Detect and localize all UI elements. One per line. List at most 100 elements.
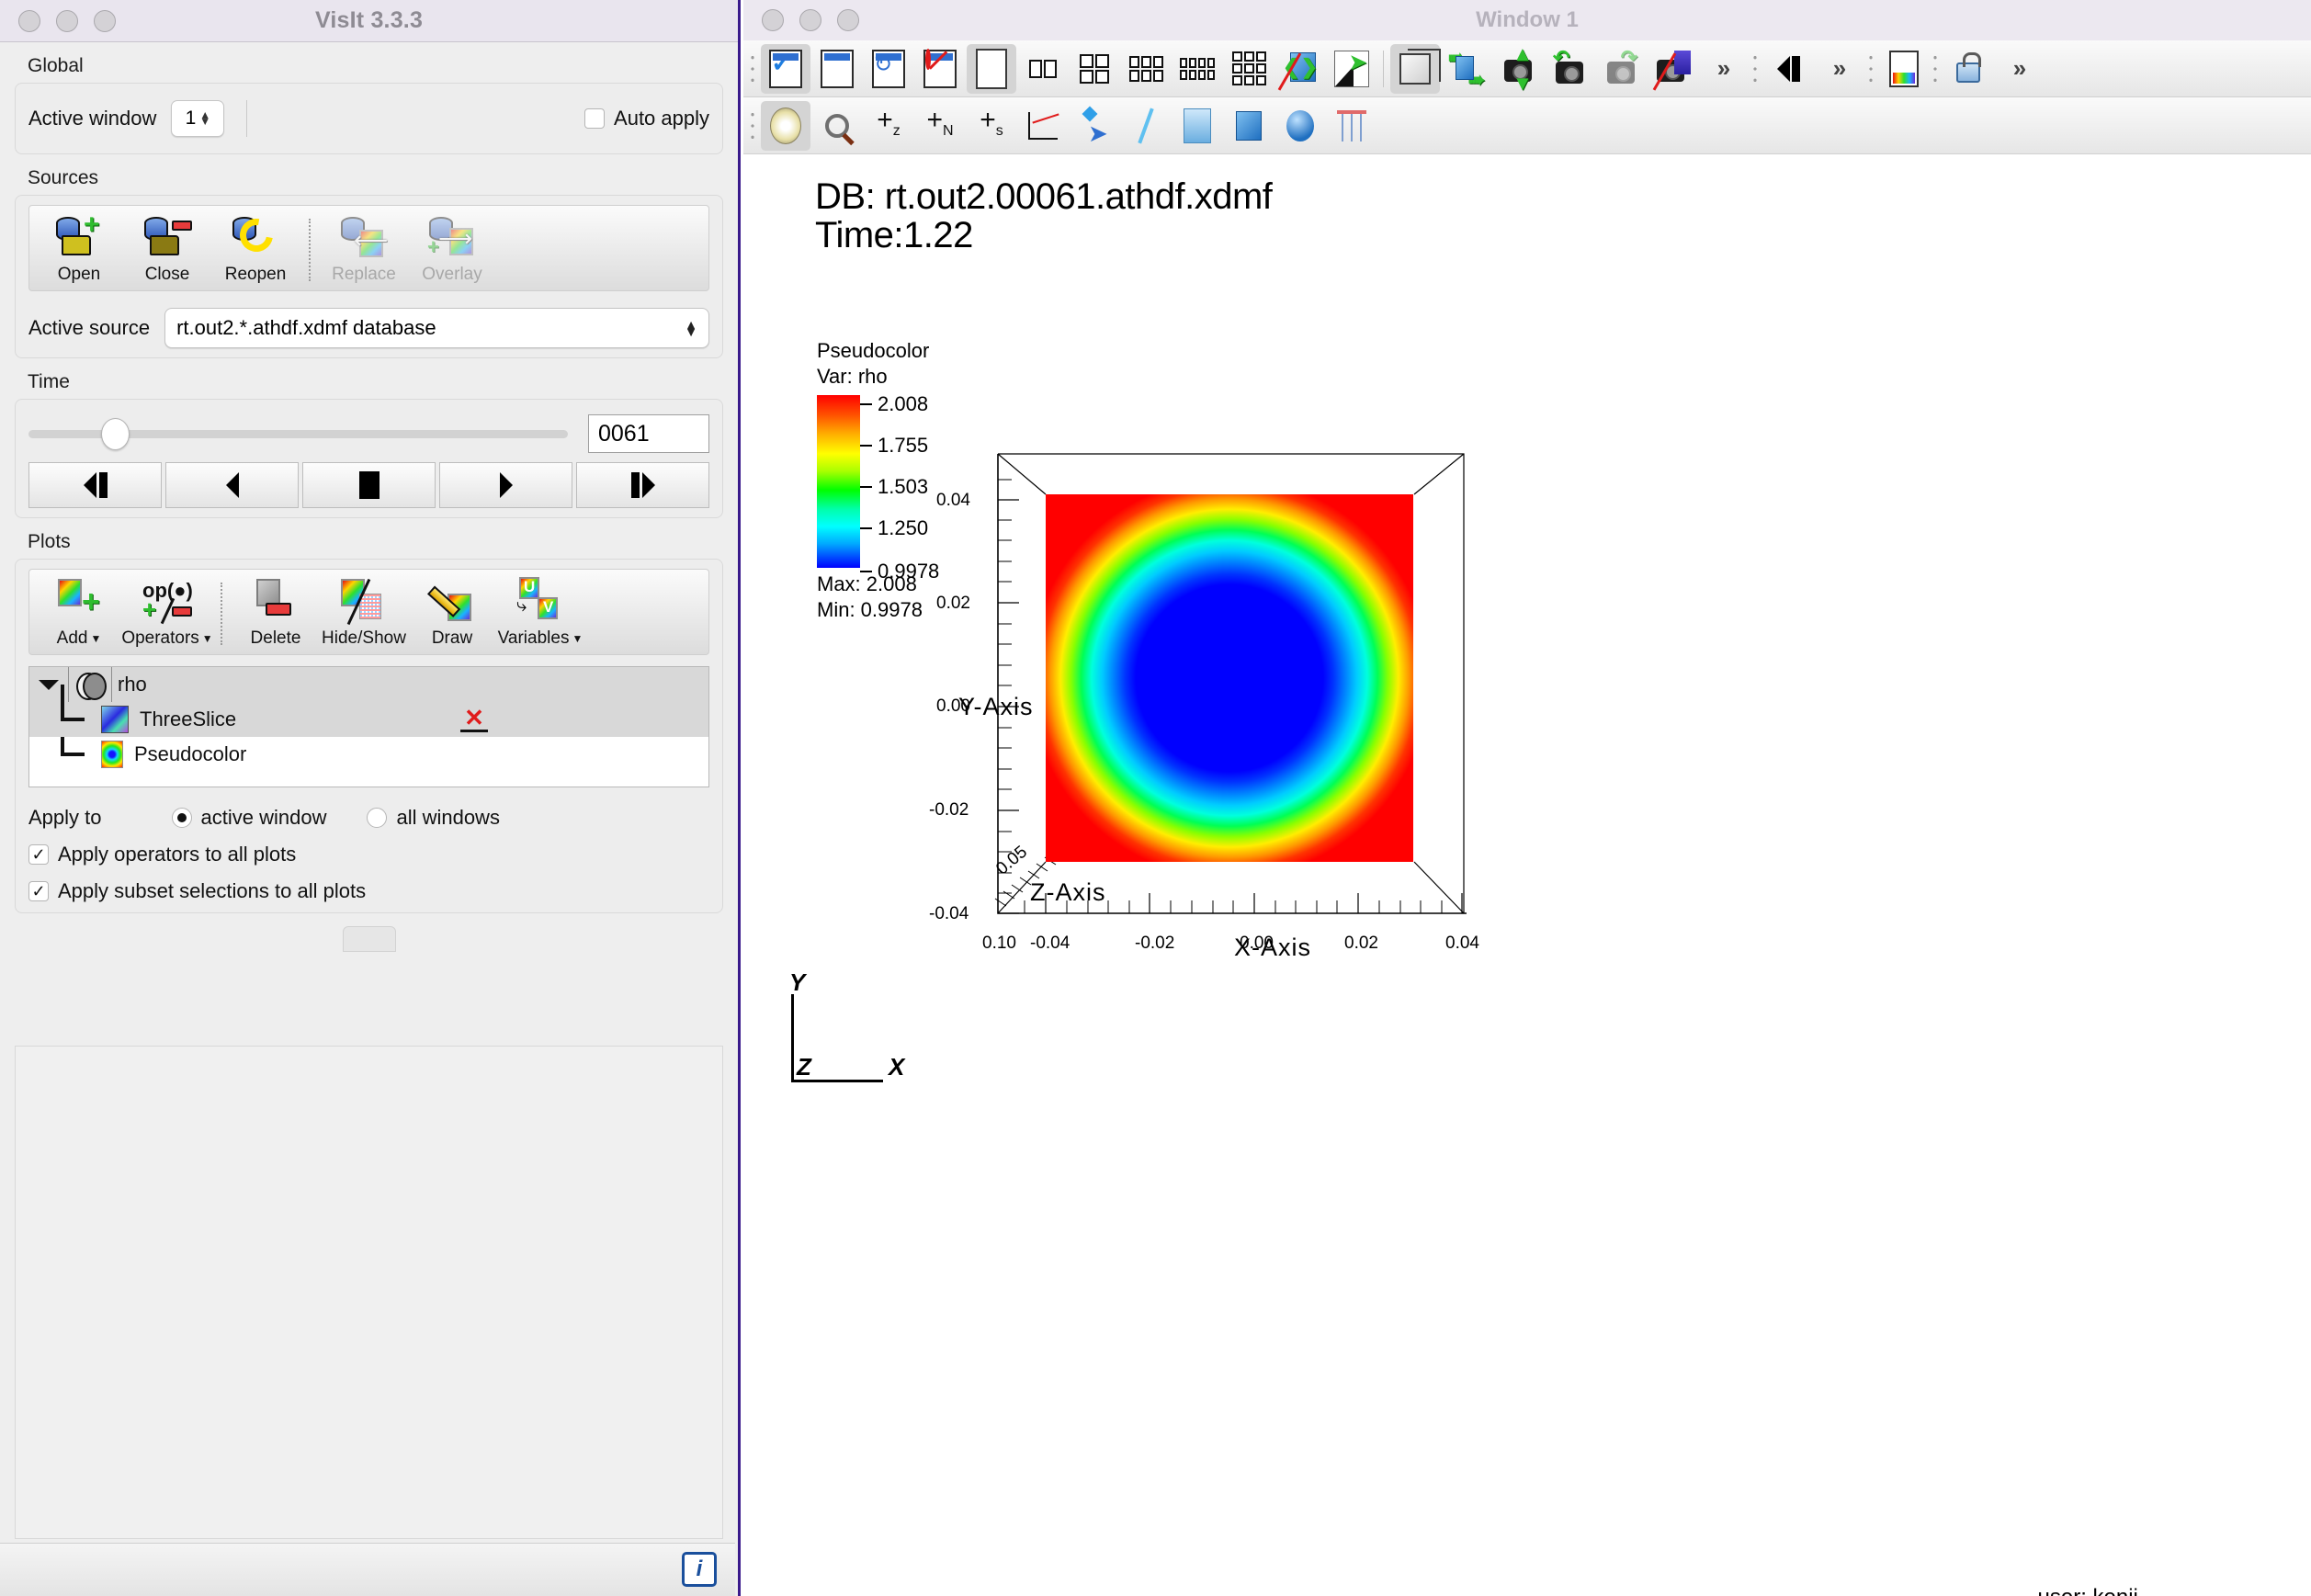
- layout-1x1-button[interactable]: [967, 43, 1016, 94]
- axis-restriction-tool-button[interactable]: [1327, 101, 1376, 151]
- toolbar-divider: [246, 100, 248, 137]
- open-button[interactable]: + Open: [35, 211, 123, 287]
- time-slider-thumb[interactable]: [101, 417, 130, 450]
- render-canvas[interactable]: DB: rt.out2.00061.athdf.xdmf Time:1.22 P…: [743, 154, 2311, 1596]
- sphere-tool-button[interactable]: [1275, 101, 1325, 151]
- plane-tool-button[interactable]: [1172, 101, 1222, 151]
- time-cycle-input[interactable]: 0061: [588, 414, 709, 453]
- active-window-spinner[interactable]: 1 ▲ ▼: [171, 100, 225, 137]
- view-undo-button[interactable]: ↶: [1545, 44, 1594, 94]
- reopen-button[interactable]: Reopen: [211, 211, 300, 287]
- toolbar-drag-handle[interactable]: [1865, 48, 1876, 89]
- clone-window-button[interactable]: [812, 44, 862, 94]
- viz-window-title: Window 1: [1476, 7, 1579, 32]
- auto-apply-checkbox[interactable]: Auto apply: [584, 107, 709, 130]
- toolbar-drag-handle[interactable]: [747, 105, 758, 146]
- palette-icon: [1889, 50, 1919, 87]
- view-perspective-button[interactable]: [1648, 44, 1697, 94]
- new-window-button[interactable]: ✓: [761, 43, 810, 94]
- mode-3d-button[interactable]: [1390, 43, 1441, 94]
- apply-operators-checkbox[interactable]: ✓ Apply operators to all plots: [28, 843, 709, 866]
- expand-collapse-icon[interactable]: [39, 679, 59, 690]
- radio-button-icon[interactable]: [171, 808, 192, 828]
- layout-3x3-button[interactable]: [1224, 44, 1274, 94]
- plot-tree-root-row[interactable]: rho: [29, 667, 708, 702]
- delete-plot-icon: [251, 579, 300, 625]
- layout-2x3-button[interactable]: [1121, 44, 1171, 94]
- delete-plot-button[interactable]: Delete: [232, 575, 320, 651]
- plot-item-pseudocolor[interactable]: Pseudocolor: [29, 737, 708, 772]
- lock-tools-button[interactable]: [1943, 44, 1993, 94]
- play-button[interactable]: [439, 462, 572, 508]
- toolbar-drag-handle[interactable]: [1930, 48, 1941, 89]
- hide-show-button[interactable]: Hide/Show: [320, 575, 408, 651]
- checkbox-box-icon[interactable]: [584, 108, 606, 129]
- checkbox-checked-icon[interactable]: ✓: [28, 844, 49, 865]
- y-tick-0: 0.04: [936, 491, 970, 510]
- overflow-3-button[interactable]: »: [1995, 44, 2045, 94]
- add-zone-pick-button[interactable]: +z: [864, 101, 913, 151]
- lock-time-button[interactable]: ➤: [1327, 44, 1376, 94]
- delete-operator-icon[interactable]: ✕: [460, 706, 488, 732]
- active-source-dropdown[interactable]: rt.out2.*.athdf.xdmf database ▲ ▼: [164, 308, 709, 348]
- database-icon: [76, 673, 107, 700]
- plot-item-threeslice[interactable]: ThreeSlice ✕: [29, 685, 708, 737]
- copy-window-button[interactable]: ↻: [864, 44, 913, 94]
- layout-2x4-button[interactable]: [1172, 44, 1222, 94]
- checkbox-checked-icon[interactable]: ✓: [28, 881, 49, 901]
- pick-point-button[interactable]: ➤: [1070, 101, 1119, 151]
- close-button-label: Close: [144, 265, 190, 284]
- time-slider[interactable]: [28, 417, 568, 450]
- replace-button-label: Replace: [332, 265, 396, 284]
- spinner-arrows-icon[interactable]: ▲ ▼: [199, 109, 210, 127]
- line-tool-button[interactable]: [1121, 101, 1171, 151]
- panel-resize-grip[interactable]: [342, 926, 396, 952]
- clear-window-button[interactable]: [915, 44, 965, 94]
- add-spreadsheet-pick-button[interactable]: +s: [967, 101, 1016, 151]
- apply-subset-checkbox[interactable]: ✓ Apply subset selections to all plots: [28, 879, 709, 903]
- close-button[interactable]: Close: [123, 211, 211, 287]
- chevron-down-icon[interactable]: ▼: [202, 633, 213, 644]
- view-recenter-button[interactable]: ▲ ▼: [1493, 43, 1543, 94]
- chevron-updown-icon[interactable]: ▲ ▼: [685, 318, 697, 338]
- variables-button[interactable]: U V ⤷ Variables ▼: [496, 575, 584, 651]
- lineout-plot-button[interactable]: [1018, 101, 1068, 151]
- window-clone-icon: [821, 49, 854, 88]
- legend-plot-type: Pseudocolor: [817, 339, 930, 362]
- toolbar-drag-handle[interactable]: [747, 48, 758, 89]
- chevron-down-icon[interactable]: ▼: [90, 633, 101, 644]
- zoom-mode-button[interactable]: [812, 101, 862, 151]
- view-redo-button[interactable]: ↷: [1596, 44, 1646, 94]
- stop-button[interactable]: [302, 462, 436, 508]
- reverse-play-button[interactable]: [165, 462, 299, 508]
- step-backward-button[interactable]: [28, 462, 162, 508]
- color-table-button[interactable]: [1879, 44, 1929, 94]
- overlay-button[interactable]: ⟶ + Overlay: [408, 211, 496, 287]
- add-node-pick-button[interactable]: +N: [915, 101, 965, 151]
- nav-prev-button[interactable]: [1763, 44, 1813, 94]
- y-tick-4: -0.04: [929, 904, 969, 923]
- layout-1x2-button[interactable]: [1018, 44, 1068, 94]
- radio-all-windows[interactable]: all windows: [367, 806, 500, 830]
- plot-3d-box[interactable]: Y-Axis X-Axis Z-Axis 0.04 0.02 0.00 -0.0…: [929, 447, 1774, 961]
- draw-button[interactable]: Draw: [408, 575, 496, 651]
- overflow-2-button[interactable]: »: [1815, 44, 1864, 94]
- layout-2x2-button[interactable]: [1070, 44, 1119, 94]
- radio-active-window[interactable]: active window: [171, 806, 326, 830]
- step-forward-button[interactable]: [576, 462, 709, 508]
- box-tool-button[interactable]: [1224, 101, 1274, 151]
- lock-view-button[interactable]: ❮ ❯: [1275, 44, 1325, 94]
- viz-toolbar-row-1: ✓ ↻ ❯ ➤ ➠ ▲ ▼ ↶ ↷ » » »: [743, 40, 2311, 97]
- visualization-window: Window 1 ✓ ↻ ❯ ➤ ➠ ▲ ▼ ↶ ↷ » » » +z +N +…: [743, 0, 2311, 1596]
- toolbar-drag-handle[interactable]: [1750, 48, 1761, 89]
- radio-button-icon[interactable]: [367, 808, 388, 828]
- overflow-1-button[interactable]: »: [1699, 44, 1749, 94]
- operators-button[interactable]: op(●) + Operators ▼: [121, 575, 213, 651]
- view-reset-button[interactable]: ➠ ➠: [1442, 44, 1491, 94]
- plot-list[interactable]: rho ThreeSlice ✕ Pseudocolor: [28, 666, 709, 787]
- info-icon[interactable]: i: [682, 1552, 717, 1587]
- add-plot-button[interactable]: + Add ▼: [35, 575, 123, 651]
- chevron-down-icon[interactable]: ▼: [572, 633, 583, 644]
- replace-button[interactable]: ⟵ Replace: [320, 211, 408, 287]
- navigate-mode-button[interactable]: [761, 100, 810, 151]
